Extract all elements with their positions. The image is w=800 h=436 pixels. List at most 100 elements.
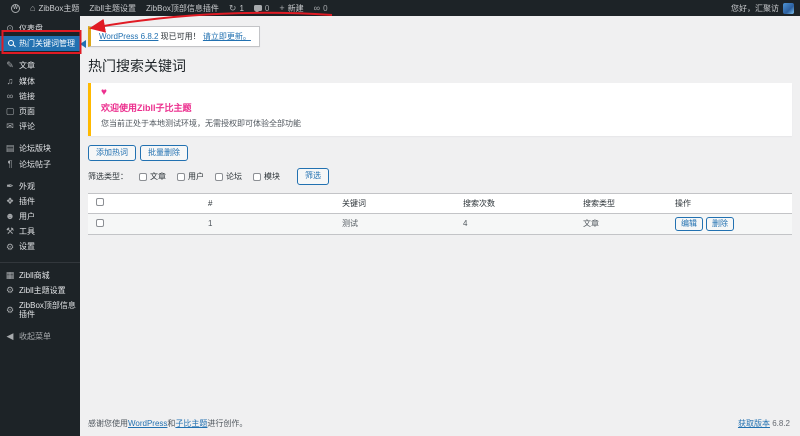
collapse-menu-icon: ◀ [6, 331, 14, 342]
footer-thanks: 感谢您使用WordPress和子比主题进行创作。 [88, 418, 247, 429]
comment-bubble-icon [253, 5, 262, 13]
update-now-link[interactable]: 请立即更新。 [203, 32, 251, 41]
search-icon [5, 39, 15, 48]
sidebar-label: 文章 [19, 61, 35, 71]
sidebar-label: Zibll商城 [19, 270, 50, 280]
checkbox-users[interactable] [177, 172, 185, 181]
welcome-panel: ♥ 欢迎使用Zibll子比主题 您当前正处于本地测试环境，无需授权即可体验全部功… [88, 83, 792, 136]
filter-option-label: 用户 [188, 172, 204, 182]
checkbox-modules[interactable] [253, 172, 261, 181]
chain-link-icon: ∞ [313, 2, 321, 13]
filter-option-forum[interactable]: 论坛 [215, 171, 242, 182]
sidebar-item-zibll-store[interactable]: ▦ Zibll商城 [0, 268, 80, 283]
sidebar-item-hot-keywords[interactable]: 热门关键词管理 [0, 36, 86, 52]
collapse-menu-button[interactable]: ◀ 收起菜单 [0, 329, 80, 344]
welcome-title: 欢迎使用Zibll子比主题 [101, 103, 192, 113]
pages-icon: ▢ [5, 106, 15, 117]
sidebar-label: 评论 [19, 122, 35, 132]
filter-option-posts[interactable]: 文章 [139, 171, 166, 182]
sidebar-item-comments[interactable]: ✉ 评论 [0, 119, 80, 134]
avatar[interactable] [783, 2, 794, 14]
comments-count: 0 [264, 3, 270, 13]
admin-footer: 感谢您使用WordPress和子比主题进行创作。 获取版本 6.8.2 [88, 418, 790, 429]
col-index: # [200, 193, 334, 214]
new-content-link[interactable]: + 新建 [274, 0, 308, 16]
sidebar-label: 插件 [19, 196, 35, 206]
filter-option-label: 文章 [150, 172, 166, 182]
wp-logo-menu[interactable]: W [6, 0, 25, 16]
sidebar-item-zibbox-topbar-plugin[interactable]: ⚙ ZibBox顶部信息插件 [0, 298, 80, 322]
sidebar-label: 设置 [19, 242, 35, 252]
version-number: 6.8.2 [772, 419, 790, 428]
comments-icon: ✉ [6, 121, 14, 132]
col-search-type: 搜索类型 [575, 193, 667, 214]
footer-text: 进行创作。 [207, 419, 248, 428]
add-keyword-button[interactable]: 添加热词 [88, 145, 136, 162]
filter-row: 筛选类型： 文章 用户 论坛 模块 筛选 [88, 168, 792, 185]
select-all-checkbox[interactable] [96, 198, 104, 207]
cell-search-count: 4 [463, 219, 468, 229]
sidebar-item-plugins[interactable]: ❖ 插件 [0, 194, 80, 209]
update-icon: ↻ [228, 2, 237, 13]
filter-option-label: 模块 [264, 172, 280, 182]
site-name-label: ZibBox主题 [38, 3, 80, 13]
sidebar-item-pages[interactable]: ▢ 页面 [0, 104, 80, 119]
sidebar-item-forum-posts[interactable]: ¶ 论坛帖子 [0, 157, 80, 172]
sidebar-label: 链接 [19, 91, 35, 101]
wordpress-version-link[interactable]: WordPress 6.8.2 [99, 32, 158, 41]
sidebar-item-settings[interactable]: ⚙ 设置 [0, 239, 80, 254]
home-icon: ⌂ [30, 2, 36, 13]
sidebar-label: 工具 [19, 227, 35, 237]
dashboard-icon: ⊙ [6, 23, 14, 34]
sidebar-item-tools[interactable]: ⚒ 工具 [0, 224, 80, 239]
sidebar-item-links[interactable]: ∞ 链接 [0, 89, 80, 104]
sidebar-item-media[interactable]: ♫ 媒体 [0, 74, 80, 89]
filter-submit-button[interactable]: 筛选 [297, 168, 329, 185]
sidebar-item-appearance[interactable]: ✒ 外观 [0, 179, 80, 194]
updates-link[interactable]: ↻ 1 [224, 0, 249, 16]
checkbox-forum[interactable] [215, 172, 223, 181]
footer-version: 获取版本 6.8.2 [738, 418, 790, 429]
admin-bar: W ⌂ ZibBox主题 Zibll主题设置 ZibBox顶部信息插件 ↻ 1 … [0, 0, 800, 16]
sidebar-item-zibll-theme-settings[interactable]: ⚙ Zibll主题设置 [0, 283, 80, 298]
filter-option-users[interactable]: 用户 [177, 171, 204, 182]
table-row: 1 测试 4 文章 编辑 删除 [88, 213, 792, 235]
broken-links-link[interactable]: ∞ 0 [309, 0, 333, 16]
sidebar-item-posts[interactable]: ✎ 文章 [0, 58, 80, 73]
keywords-table: # 关键词 搜索次数 搜索类型 操作 1 测试 4 文章 编辑 删除 [88, 192, 792, 236]
get-version-link[interactable]: 获取版本 [738, 419, 770, 428]
tools-icon: ⚒ [5, 226, 15, 237]
footer-wordpress-link[interactable]: WordPress [128, 419, 167, 428]
cell-index: 1 [208, 219, 213, 229]
adminbar-topbar-plugin-link[interactable]: ZibBox顶部信息插件 [141, 0, 224, 16]
col-search-count: 搜索次数 [455, 193, 575, 214]
page-title: 热门搜索关键词 [88, 58, 186, 74]
sidebar-item-users[interactable]: ☻ 用户 [0, 209, 80, 224]
checkbox-posts[interactable] [139, 172, 147, 181]
forum-posts-icon: ¶ [7, 158, 13, 169]
topbar-plugin-icon: ⚙ [5, 304, 15, 315]
sidebar-label: 论坛帖子 [19, 159, 51, 169]
filter-option-modules[interactable]: 模块 [253, 171, 280, 182]
edit-button[interactable]: 编辑 [675, 216, 703, 232]
links-icon: ∞ [6, 90, 14, 101]
comments-link[interactable]: 0 [249, 0, 274, 16]
delete-button[interactable]: 删除 [706, 216, 734, 232]
footer-theme-link[interactable]: 子比主题 [175, 419, 207, 428]
col-actions: 操作 [667, 193, 792, 214]
adminbar-theme-settings-link[interactable]: Zibll主题设置 [84, 0, 141, 16]
theme-settings-label: Zibll主题设置 [89, 3, 137, 13]
sidebar-label: 仪表盘 [19, 24, 43, 33]
media-icon: ♫ [6, 75, 14, 86]
sidebar-item-forum-sections[interactable]: ▤ 论坛版块 [0, 141, 80, 156]
welcome-description: 您当前正处于本地测试环境，无需授权即可体验全部功能 [101, 119, 301, 128]
posts-icon: ✎ [6, 60, 14, 71]
site-name-link[interactable]: ⌂ ZibBox主题 [25, 0, 84, 16]
sidebar-label: 外观 [19, 181, 35, 191]
toolbar: 添加热词 批量删除 [88, 145, 792, 162]
user-greeting[interactable]: 您好，汇聚访 [731, 3, 779, 14]
sidebar-label: 用户 [19, 212, 35, 222]
bulk-delete-button[interactable]: 批量删除 [140, 145, 188, 162]
sidebar-item-dashboard[interactable]: ⊙ 仪表盘 [0, 21, 80, 36]
row-checkbox[interactable] [96, 218, 104, 227]
